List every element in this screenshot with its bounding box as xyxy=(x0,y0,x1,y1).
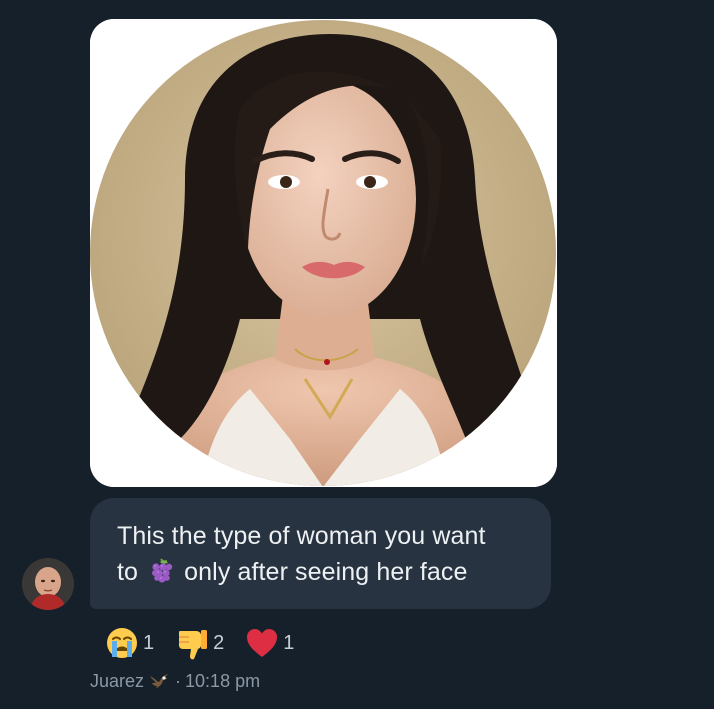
crying-face-icon xyxy=(107,628,137,658)
reaction-crying[interactable]: 1 xyxy=(104,625,154,661)
image-message[interactable] xyxy=(90,19,557,487)
meta-separator: · xyxy=(175,670,182,691)
message-time: 10:18 pm xyxy=(185,670,261,691)
message-line-2: to only after seeing her face xyxy=(117,554,531,590)
reaction-thumbs-down[interactable]: 2 xyxy=(174,625,224,661)
avatar[interactable] xyxy=(22,558,74,610)
red-heart-icon xyxy=(247,629,278,657)
reaction-heart[interactable]: 1 xyxy=(244,625,294,661)
message-meta: Juarez · 10:18 pm xyxy=(90,670,260,692)
thumbs-down-icon xyxy=(179,630,208,660)
text-message-bubble[interactable]: This the type of woman you want to only … xyxy=(90,498,551,609)
reaction-count: 2 xyxy=(213,631,225,654)
reactions-bar: 1 2 1 xyxy=(104,625,314,661)
eagle-icon xyxy=(150,674,169,688)
message-line-2-start: to xyxy=(117,558,139,586)
reaction-count: 1 xyxy=(283,631,295,654)
grapes-icon xyxy=(152,558,173,583)
message-text: This the type of woman you want to only … xyxy=(117,518,531,590)
reaction-count: 1 xyxy=(143,631,155,654)
sender-name[interactable]: Juarez xyxy=(90,671,144,692)
message-line-1: This the type of woman you want xyxy=(117,522,486,550)
shared-photo[interactable] xyxy=(90,19,557,487)
avatar-image xyxy=(22,558,74,610)
message-line-2-end: only after seeing her face xyxy=(184,558,468,586)
